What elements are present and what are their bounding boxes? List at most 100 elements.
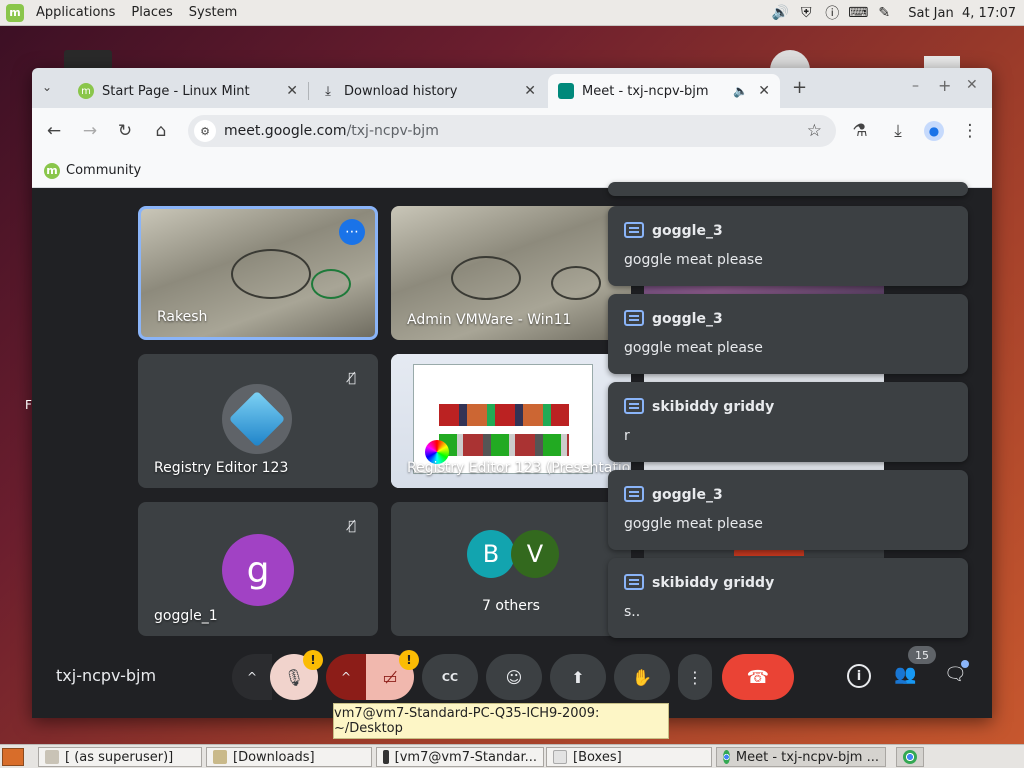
menu-places[interactable]: Places xyxy=(123,5,180,20)
chat-sender: goggle_3 xyxy=(652,311,723,327)
top-panel: m Applications Places System 🔊 ⛨ ⓘ ⌨ ✎ S… xyxy=(0,0,1024,26)
audio-options-chevron[interactable]: ^ xyxy=(232,654,272,700)
others-tile[interactable]: B V 7 others xyxy=(391,502,631,636)
video-options-chevron[interactable]: ^ xyxy=(326,654,366,700)
presentation-tile[interactable]: Registry Editor 123 (Presentation) xyxy=(391,354,631,488)
tab-list-chevron-icon[interactable]: ⌄ xyxy=(42,80,52,94)
leave-call-button[interactable]: ☎ xyxy=(722,654,794,700)
tab-label: Download history xyxy=(344,83,458,99)
bookmark-star-icon[interactable]: ☆ xyxy=(807,121,822,141)
volume-icon[interactable]: 🔊 xyxy=(770,4,790,22)
desktop-icon-fragment xyxy=(64,50,112,70)
url-path: /txj-ncpv-bjm xyxy=(346,123,439,139)
chat-notification[interactable]: skibiddy griddy s.. xyxy=(608,558,968,638)
meeting-info-icon[interactable]: i xyxy=(847,664,871,688)
taskbar-item[interactable]: [ (as superuser)] xyxy=(38,747,202,767)
more-options-button[interactable]: ⋮ xyxy=(678,654,712,700)
address-bar[interactable]: ⚙ meet.google.com/txj-ncpv-bjm ☆ xyxy=(188,115,836,147)
profile-avatar-icon[interactable]: ● xyxy=(921,118,947,144)
site-settings-icon[interactable]: ⚙ xyxy=(194,120,216,142)
chat-message: r xyxy=(624,428,630,444)
video-detail xyxy=(311,269,351,299)
close-icon[interactable]: ✕ xyxy=(758,83,770,99)
mint-favicon-icon: m xyxy=(44,162,60,179)
mic-warning-badge: ! xyxy=(303,650,323,670)
update-icon[interactable]: ⓘ xyxy=(822,4,842,22)
taskbar-item[interactable]: [vm7@vm7-Standar... xyxy=(376,747,544,767)
forward-arrow-icon[interactable]: → xyxy=(77,118,103,144)
show-desktop-icon[interactable] xyxy=(2,748,24,766)
community-bookmark[interactable]: m Community xyxy=(44,162,141,179)
window-close-icon[interactable]: ✕ xyxy=(966,77,978,93)
boxes-icon xyxy=(553,750,567,764)
back-arrow-icon[interactable]: ← xyxy=(41,118,67,144)
url-host: meet.google.com xyxy=(224,123,347,139)
participant-name: Registry Editor 123 (Presentation) xyxy=(407,460,631,476)
close-icon[interactable]: ✕ xyxy=(286,83,298,99)
downloads-icon[interactable]: ⤓ xyxy=(885,118,911,144)
participant-tile[interactable]: Admin VMWare - Win11 xyxy=(391,206,631,340)
chat-notification[interactable]: goggle_3 goggle meat please xyxy=(608,294,968,374)
chat-sender: goggle_3 xyxy=(652,487,723,503)
raise-hand-button[interactable]: ✋ xyxy=(614,654,670,700)
taskbar: [ (as superuser)] [Downloads] [vm7@vm7-S… xyxy=(0,744,1024,768)
tab-download-history[interactable]: ⤓ Download history ✕ xyxy=(310,74,546,108)
home-icon[interactable]: ⌂ xyxy=(148,118,174,144)
shared-screen-thumbs xyxy=(439,434,569,456)
participant-name: Admin VMWare - Win11 xyxy=(407,312,572,328)
chat-notification[interactable]: skibiddy griddy r xyxy=(608,382,968,462)
new-tab-button[interactable]: + xyxy=(792,77,807,98)
close-icon[interactable]: ✕ xyxy=(524,83,536,99)
audio-playing-icon[interactable]: 🔈 xyxy=(733,84,748,98)
chat-sender: skibiddy griddy xyxy=(652,399,775,415)
meet-stage: ⋯ Rakesh Admin VMWare - Win11 🎙̸ Registr… xyxy=(32,182,992,718)
app-icon xyxy=(45,750,59,764)
chat-message: goggle meat please xyxy=(624,252,763,268)
chrome-icon xyxy=(723,750,730,764)
tab-meet[interactable]: Meet - txj-ncpv-bjm 🔈 ✕ xyxy=(548,74,780,108)
pen-icon[interactable]: ✎ xyxy=(874,4,894,22)
participant-tile[interactable]: 🎙̸ g goggle_1 xyxy=(138,502,378,636)
meet-favicon-icon xyxy=(558,83,574,99)
clock[interactable]: Sat Jan 4, 17:07 xyxy=(908,6,1016,21)
taskbar-label: [ (as superuser)] xyxy=(65,749,174,765)
labs-flask-icon[interactable]: ⚗ xyxy=(847,118,873,144)
terminal-icon xyxy=(383,750,389,764)
tab-start-page[interactable]: m Start Page - Linux Mint ✕ xyxy=(68,74,308,108)
chat-unread-dot xyxy=(961,660,969,668)
tab-strip: ⌄ m Start Page - Linux Mint ✕ ⤓ Download… xyxy=(32,68,992,108)
menu-applications[interactable]: Applications xyxy=(28,5,123,20)
people-icon[interactable]: 👥 xyxy=(894,664,922,690)
others-label: 7 others xyxy=(482,598,540,614)
avatar-initial: g xyxy=(246,549,270,591)
meeting-code: txj-ncpv-bjm xyxy=(56,666,157,685)
taskbar-label: [Boxes] xyxy=(573,749,622,765)
taskbar-item[interactable]: [Downloads] xyxy=(206,747,372,767)
minimize-icon[interactable]: – xyxy=(912,78,919,94)
taskbar-label: Meet - txj-ncpv-bjm ... xyxy=(735,749,879,765)
keyboard-icon[interactable]: ⌨ xyxy=(848,4,868,22)
taskbar-label: [Downloads] xyxy=(233,749,315,765)
registry-avatar xyxy=(222,384,292,454)
shield-icon[interactable]: ⛨ xyxy=(796,4,816,22)
maximize-icon[interactable]: + xyxy=(938,76,951,95)
tray-chrome-icon[interactable] xyxy=(896,747,924,767)
tab-separator xyxy=(308,82,309,100)
video-detail xyxy=(451,256,521,300)
emoji-button[interactable]: ☺ xyxy=(486,654,542,700)
present-screen-button[interactable]: ⬆ xyxy=(550,654,606,700)
taskbar-item[interactable]: Meet - txj-ncpv-bjm ... xyxy=(716,747,886,767)
participant-tile[interactable]: 🎙̸ Registry Editor 123 xyxy=(138,354,378,488)
participant-tile[interactable]: ⋯ Rakesh xyxy=(138,206,378,340)
menu-system[interactable]: System xyxy=(181,5,245,20)
chat-notification[interactable]: goggle_3 goggle meat please xyxy=(608,206,968,286)
participant-name: goggle_1 xyxy=(154,608,218,624)
chat-notification[interactable]: goggle_3 goggle meat please xyxy=(608,470,968,550)
more-options-button[interactable]: ⋯ xyxy=(339,219,365,245)
chat-message: goggle meat please xyxy=(624,340,763,356)
taskbar-item[interactable]: [Boxes] xyxy=(546,747,712,767)
avatar: V xyxy=(511,530,559,578)
reload-icon[interactable]: ↻ xyxy=(112,118,138,144)
captions-button[interactable]: CC xyxy=(422,654,478,700)
menu-kebab-icon[interactable]: ⋮ xyxy=(957,118,983,144)
